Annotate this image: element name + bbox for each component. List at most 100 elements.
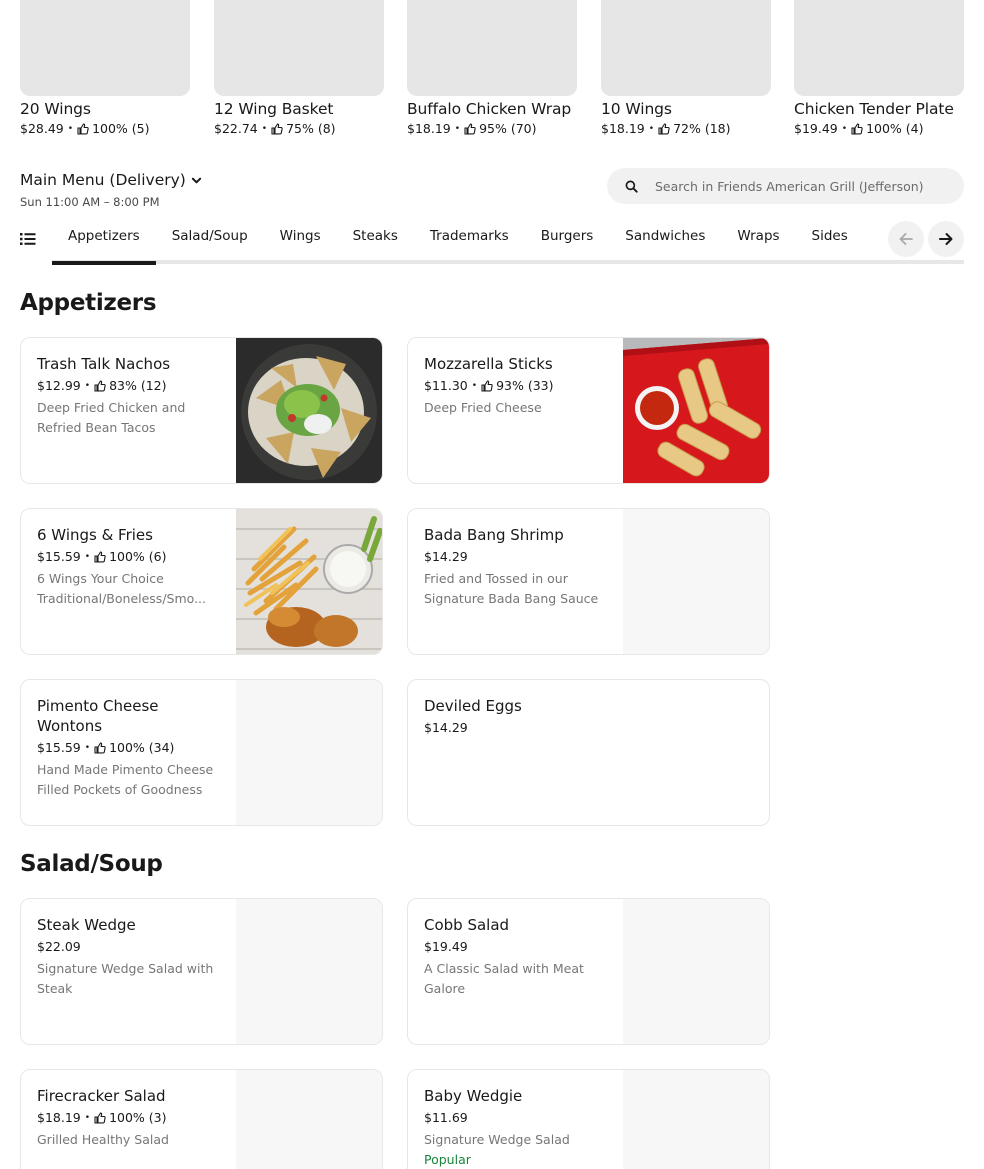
separator-dot: • xyxy=(84,551,91,562)
tab-steaks[interactable]: Steaks xyxy=(337,221,414,261)
separator-dot: • xyxy=(648,123,655,134)
menu-item-card[interactable]: Cobb Salad $19.49 A Classic Salad with M… xyxy=(407,898,770,1045)
item-price: $14.29 xyxy=(424,549,468,564)
item-price: $15.59 xyxy=(37,549,81,564)
item-description: Signature Wedge Salad with Steak xyxy=(37,961,214,996)
thumbs-up-icon xyxy=(851,122,863,135)
item-photo xyxy=(236,509,382,654)
tab-wings[interactable]: Wings xyxy=(264,221,337,261)
separator-dot: • xyxy=(67,123,74,134)
featured-item-price: $18.19 xyxy=(407,121,451,136)
list-icon[interactable] xyxy=(20,232,36,246)
featured-item-title: 20 Wings xyxy=(20,100,91,118)
item-price: $15.59 xyxy=(37,740,81,755)
featured-item[interactable]: Buffalo Chicken Wrap $18.19 • 95% (70) xyxy=(407,0,577,136)
menu-selector[interactable]: Main Menu (Delivery) xyxy=(20,171,202,189)
item-price: $19.49 xyxy=(424,939,468,954)
tab-burgers[interactable]: Burgers xyxy=(525,221,610,261)
popular-badge: Popular xyxy=(424,1152,471,1167)
item-description: Signature Wedge Salad xyxy=(424,1132,570,1147)
tab-salad-soup[interactable]: Salad/Soup xyxy=(156,221,264,261)
thumbs-up-icon xyxy=(658,122,670,135)
item-name: Cobb Salad xyxy=(424,916,510,934)
item-price: $14.29 xyxy=(424,720,468,735)
tab-sandwiches[interactable]: Sandwiches xyxy=(609,221,721,261)
scroll-left-button[interactable] xyxy=(888,221,924,257)
arrow-left-icon xyxy=(899,233,913,245)
featured-item-rating: 75% (8) xyxy=(286,121,336,136)
tab-appetizers[interactable]: Appetizers xyxy=(52,221,156,265)
featured-item[interactable]: 20 Wings $28.49 • 100% (5) xyxy=(20,0,190,136)
item-price: $22.09 xyxy=(37,939,81,954)
menu-item-card[interactable]: Trash Talk Nachos $12.99 • 83% (12) Deep F… xyxy=(20,337,383,484)
menu-item-card[interactable]: 6 Wings & Fries $15.59 • 100% (6) 6 Wings … xyxy=(20,508,383,655)
menu-item-card[interactable]: Deviled Eggs $14.29 xyxy=(407,679,770,826)
category-tabbar: Appetizers Salad/Soup Wings Steaks Trade… xyxy=(20,221,964,266)
item-name: Trash Talk Nachos xyxy=(37,355,171,373)
separator-dot: • xyxy=(84,380,91,391)
scroll-right-button[interactable] xyxy=(928,221,964,257)
featured-item[interactable]: 12 Wing Basket $22.74 • 75% (8) xyxy=(214,0,384,136)
item-name: Bada Bang Shrimp xyxy=(424,526,564,544)
item-price: $11.30 xyxy=(424,378,468,393)
separator-dot: • xyxy=(84,1112,91,1123)
thumbs-up-icon xyxy=(94,379,106,392)
item-price: $12.99 xyxy=(37,378,81,393)
featured-item-image xyxy=(407,0,577,96)
menu-item-card[interactable]: Steak Wedge $22.09 Signature Wedge Salad… xyxy=(20,898,383,1045)
item-rating: 83% (12) xyxy=(109,378,167,393)
menu-item-card[interactable]: Firecracker Salad $18.19 • 100% (3) Grille… xyxy=(20,1069,383,1169)
featured-item[interactable]: Chicken Tender Plate $19.49 • 100% (4) xyxy=(794,0,964,136)
item-name: 6 Wings & Fries xyxy=(37,526,153,544)
item-name: Steak Wedge xyxy=(37,916,136,934)
featured-item-rating: 100% (4) xyxy=(866,121,924,136)
thumbs-up-icon xyxy=(94,1111,106,1124)
featured-carousel: 20 Wings $28.49 • 100% (5) 12 Wing Basket … xyxy=(20,0,964,145)
tab-sides[interactable]: Sides xyxy=(796,221,864,261)
search-input[interactable] xyxy=(655,178,955,194)
featured-item[interactable]: 10 Wings $18.19 • 72% (18) xyxy=(601,0,771,136)
item-photo-placeholder xyxy=(236,899,382,1044)
menu-item-card[interactable]: Pimento Cheese Wontons $15.59 • 100% (34) … xyxy=(20,679,383,826)
section-title-salad-soup: Salad/Soup xyxy=(20,851,163,877)
item-photo xyxy=(236,338,382,483)
featured-item-title: Buffalo Chicken Wrap xyxy=(407,100,572,118)
item-description: Deep Fried Cheese xyxy=(424,400,542,415)
featured-item-title: 12 Wing Basket xyxy=(214,100,334,118)
item-name: Firecracker Salad xyxy=(37,1087,166,1105)
item-rating: 100% (6) xyxy=(109,549,167,564)
item-photo xyxy=(623,338,769,483)
item-photo-placeholder xyxy=(623,509,769,654)
tab-wraps[interactable]: Wraps xyxy=(721,221,795,261)
thumbs-up-icon xyxy=(77,122,89,135)
featured-item-price: $19.49 xyxy=(794,121,838,136)
featured-item-title: 10 Wings xyxy=(601,100,672,118)
menu-item-card[interactable]: Bada Bang Shrimp $14.29 Fried and Tossed… xyxy=(407,508,770,655)
item-photo-placeholder xyxy=(623,899,769,1044)
thumbs-up-icon xyxy=(481,379,493,392)
item-name: Deviled Eggs xyxy=(424,697,522,715)
featured-item-image xyxy=(794,0,964,96)
item-price: $11.69 xyxy=(424,1110,468,1125)
separator-dot: • xyxy=(841,123,848,134)
section-title-appetizers: Appetizers xyxy=(20,290,157,316)
menu-item-card[interactable]: Mozzarella Sticks $11.30 • 93% (33) Deep F… xyxy=(407,337,770,484)
separator-dot: • xyxy=(84,742,91,753)
separator-dot: • xyxy=(261,123,268,134)
search-bar[interactable] xyxy=(607,168,964,204)
featured-item-rating: 72% (18) xyxy=(673,121,731,136)
search-icon xyxy=(625,180,638,193)
menu-item-card[interactable]: Baby Wedgie $11.69 Signature Wedge Salad… xyxy=(407,1069,770,1169)
item-rating: 100% (34) xyxy=(109,740,175,755)
item-description: 6 Wings Your Choice Traditional/Boneless… xyxy=(37,571,206,606)
thumbs-up-icon xyxy=(94,550,106,563)
thumbs-up-icon xyxy=(464,122,476,135)
item-description: A Classic Salad with Meat Galore xyxy=(424,961,584,996)
item-price: $18.19 xyxy=(37,1110,81,1125)
arrow-right-icon xyxy=(939,233,953,245)
tab-trademarks[interactable]: Trademarks xyxy=(414,221,525,261)
featured-item-image xyxy=(214,0,384,96)
item-rating: 93% (33) xyxy=(496,378,554,393)
item-photo-placeholder xyxy=(236,680,382,825)
featured-item-price: $28.49 xyxy=(20,121,64,136)
